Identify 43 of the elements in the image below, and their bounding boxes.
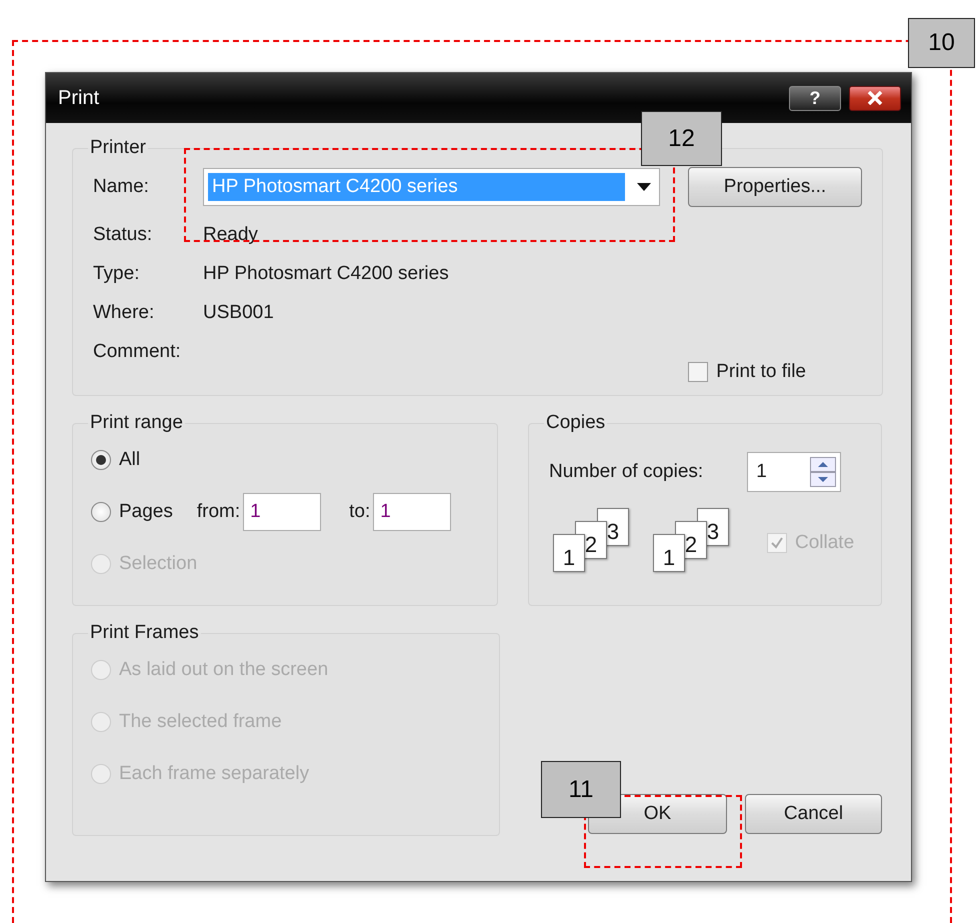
callout-number: 10 xyxy=(908,18,975,68)
radio-label: Pages xyxy=(119,501,173,523)
page-sheet-icon: 1 xyxy=(553,534,585,572)
close-icon xyxy=(867,91,883,105)
field-label: to: xyxy=(349,501,370,523)
cancel-button[interactable]: Cancel xyxy=(745,794,882,834)
to-page-field[interactable]: 1 xyxy=(373,493,452,531)
checkbox-label: Collate xyxy=(795,532,854,554)
window-title: Print xyxy=(58,86,100,110)
check-icon xyxy=(770,536,784,550)
group-title: Printer xyxy=(89,137,147,159)
group-title: Copies xyxy=(545,412,606,434)
properties-button[interactable]: Properties... xyxy=(688,167,862,207)
radio-button[interactable] xyxy=(91,502,111,522)
radio-button[interactable] xyxy=(91,450,111,470)
field-value: HP Photosmart C4200 series xyxy=(203,262,449,284)
callout-number: 12 xyxy=(641,111,722,166)
checkbox[interactable] xyxy=(688,362,708,382)
radio-label: Selection xyxy=(119,553,198,575)
close-button[interactable] xyxy=(849,86,901,110)
field-label: Type: xyxy=(93,262,140,284)
radio-label: All xyxy=(119,449,140,471)
field-label: Number of copies: xyxy=(549,461,704,483)
copies-spinner[interactable]: 1 xyxy=(747,452,842,492)
from-page-field[interactable]: 1 xyxy=(243,493,322,531)
radio-label: The selected frame xyxy=(119,711,282,733)
field-value: Ready xyxy=(203,224,258,246)
checkbox-label: Print to file xyxy=(716,361,806,383)
group-title: Print Frames xyxy=(89,622,200,644)
radio-label: Each frame separately xyxy=(119,763,310,785)
field-label: from: xyxy=(196,501,240,523)
group-title: Print range xyxy=(89,412,184,434)
field-label: Status: xyxy=(93,224,154,246)
spin-arrows-icon xyxy=(810,457,836,487)
help-button[interactable]: ? xyxy=(789,86,841,110)
field-label: Name: xyxy=(93,176,150,198)
dropdown-arrow-icon xyxy=(637,183,651,191)
field-label: Comment: xyxy=(93,340,182,362)
callout-number: 11 xyxy=(541,761,621,818)
field-value: USB001 xyxy=(203,302,274,324)
radio-label: As laid out on the screen xyxy=(119,659,328,681)
field-label: Where: xyxy=(93,302,156,324)
page-sheet-icon: 1 xyxy=(653,534,685,572)
